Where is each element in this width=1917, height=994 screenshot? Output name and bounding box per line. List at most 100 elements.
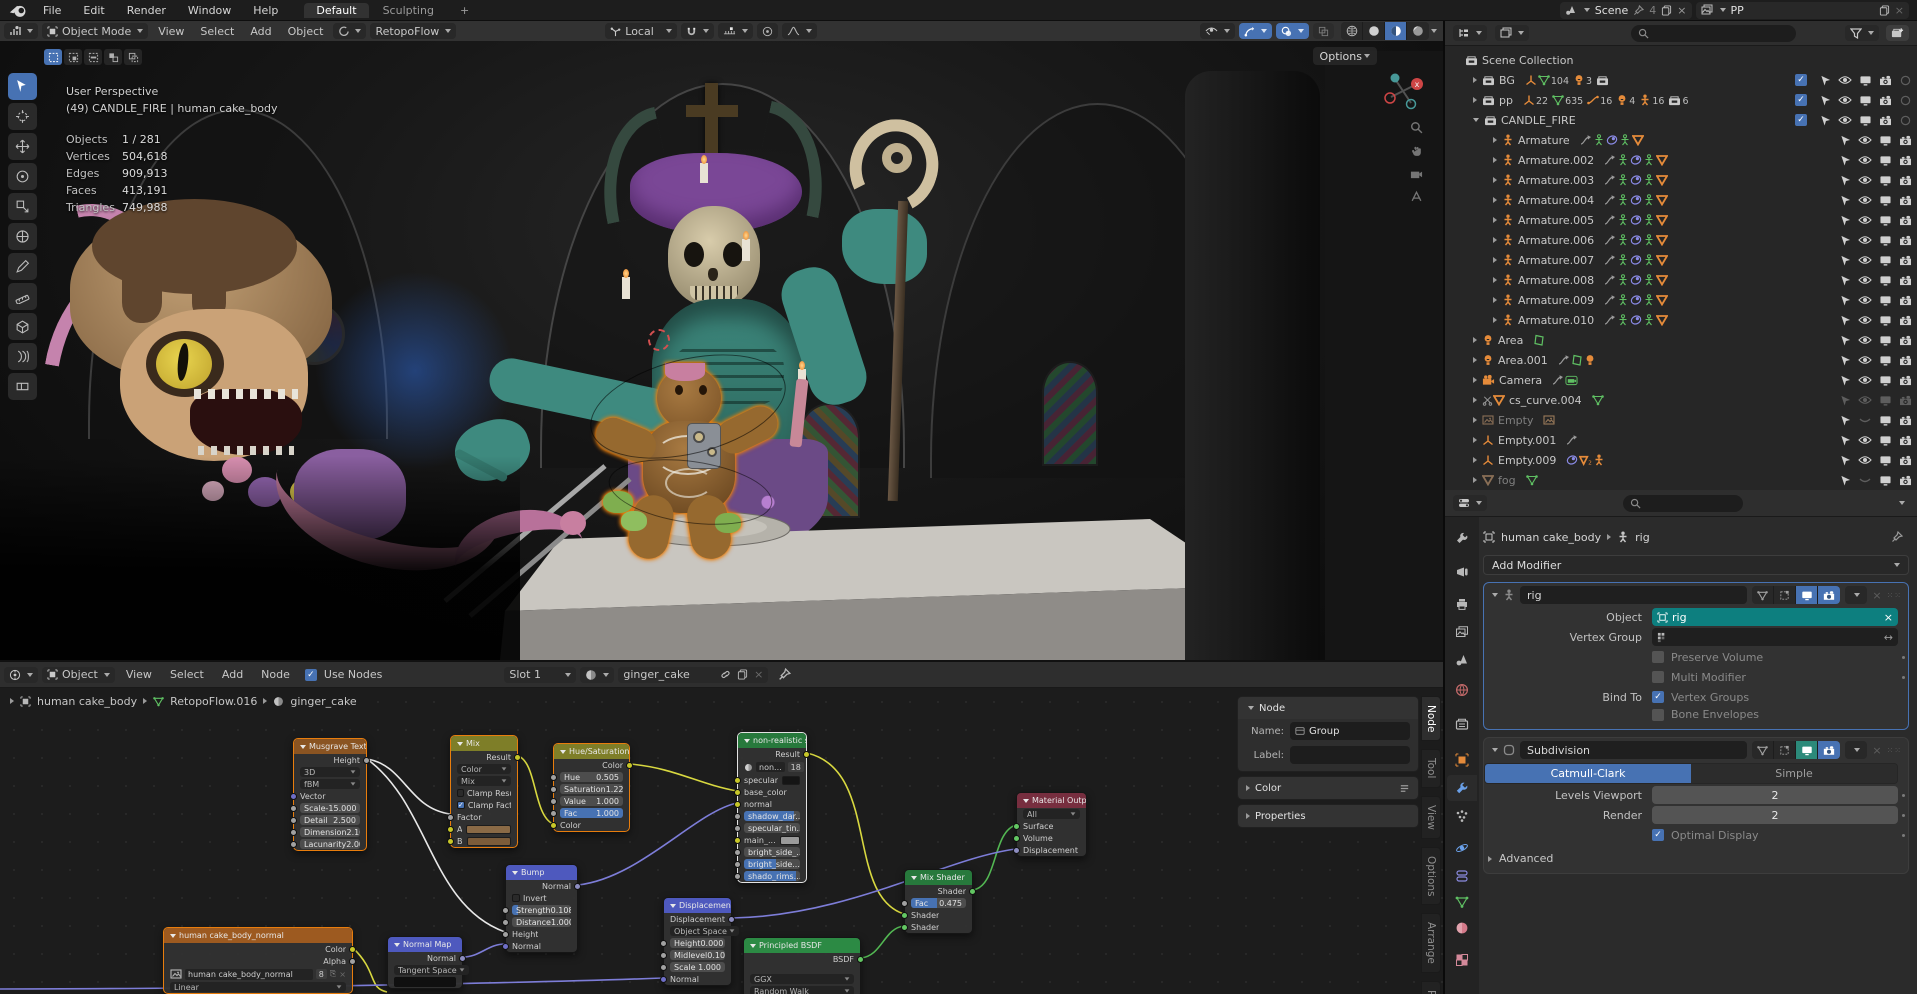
arm-icon[interactable] — [1502, 234, 1514, 246]
modifier-name-field[interactable]: Subdivision — [1520, 741, 1747, 759]
outliner-row[interactable]: Area — [1451, 330, 1915, 350]
node-panel-header[interactable]: Node — [1238, 697, 1418, 719]
node-row-tangent-space[interactable]: Tangent Space — [388, 964, 462, 976]
modifier-name-field[interactable]: rig — [1520, 586, 1747, 604]
outliner-item-label[interactable]: Scene Collection — [1482, 54, 1573, 67]
outliner[interactable]: Scene CollectionBG1043✓pp22635164166✓CAN… — [1445, 21, 1917, 490]
coll-icon[interactable] — [1596, 75, 1609, 86]
filter-dropdown[interactable] — [1845, 25, 1879, 41]
node-row-hue[interactable]: Hue0.505 — [554, 771, 629, 783]
disable-viewport-icon[interactable] — [1875, 135, 1895, 146]
vertex-groups-checkbox[interactable]: ✓Vertex Groups — [1652, 691, 1749, 704]
show-render-toggle[interactable] — [1818, 586, 1840, 604]
transform-orientation-dropdown[interactable]: Local — [605, 23, 677, 39]
menu-help[interactable]: Help — [242, 4, 289, 17]
proportional-editing-toggle[interactable] — [757, 23, 778, 39]
node-row-scale[interactable]: Scale1.000 — [664, 961, 731, 973]
blender-logo-icon[interactable] — [6, 2, 32, 18]
node-row-fac[interactable]: Fac0.475 — [905, 897, 972, 909]
properties-search-input[interactable] — [1623, 495, 1743, 512]
side-tab-node[interactable]: Node — [1421, 696, 1441, 741]
close-icon[interactable]: × — [754, 668, 763, 681]
hide-eye-icon[interactable] — [1855, 295, 1875, 305]
properties-tab-render[interactable] — [1447, 559, 1477, 585]
input-socket[interactable] — [734, 789, 741, 796]
expand-icon[interactable] — [1493, 137, 1497, 143]
breadcrumb-object[interactable]: human cake_body — [1501, 531, 1601, 544]
tri-icon[interactable] — [1482, 474, 1494, 486]
arm-icon[interactable] — [1502, 314, 1514, 326]
breadcrumb-material[interactable]: ginger_cake — [290, 695, 356, 708]
node-group[interactable]: non-realistic shad...Resultnon...18specu… — [737, 732, 807, 883]
node-row-linear[interactable]: Linear — [164, 981, 352, 993]
outliner-row[interactable]: Empty — [1451, 410, 1915, 430]
select-set-button[interactable] — [44, 49, 62, 65]
menu-file[interactable]: File — [32, 4, 72, 17]
select-arrow-icon[interactable] — [1835, 355, 1855, 366]
node-normalmap[interactable]: Normal MapNormalTangent Space — [387, 936, 463, 989]
anim-icon[interactable] — [1604, 174, 1616, 186]
properties-tab-material[interactable] — [1447, 915, 1477, 941]
properties-tab-constraints[interactable] — [1447, 863, 1477, 889]
side-tab-arrange[interactable]: Arrange — [1421, 913, 1441, 973]
node-row-height[interactable]: Height0.000 — [664, 937, 731, 949]
snap-settings-dropdown[interactable] — [718, 23, 753, 39]
outliner-row[interactable]: Armature.003 — [1451, 170, 1915, 190]
properties-tab-output[interactable] — [1447, 591, 1477, 617]
arm-icon[interactable] — [1502, 154, 1514, 166]
xray-toggle[interactable] — [1313, 23, 1334, 39]
properties-tab-collection[interactable] — [1447, 711, 1477, 737]
link-icon[interactable] — [720, 669, 731, 680]
expand-icon[interactable] — [1493, 297, 1497, 303]
node-row-main-[interactable]: main_... — [738, 834, 806, 846]
options-dropdown[interactable]: Options — [1313, 47, 1377, 65]
disable-render-icon[interactable] — [1895, 335, 1915, 346]
properties-tab-particles[interactable] — [1447, 803, 1477, 829]
viewport-menu-select[interactable]: Select — [192, 25, 242, 38]
node-row-lacunarity[interactable]: Lacunarity2.000 — [294, 838, 366, 850]
expand-icon[interactable] — [1493, 257, 1497, 263]
pose-icon[interactable] — [1617, 194, 1629, 206]
breadcrumb-mesh[interactable]: RetopoFlow.016 — [170, 695, 257, 708]
meshd-icon[interactable] — [1592, 394, 1604, 406]
properties-tab-view-layer[interactable] — [1447, 619, 1477, 645]
hide-eye-icon[interactable] — [1855, 435, 1875, 445]
output-socket[interactable] — [514, 754, 521, 761]
pose-icon[interactable] — [1643, 174, 1655, 186]
scis-icon[interactable] — [1482, 395, 1493, 406]
snap-toggle[interactable] — [681, 23, 714, 39]
use-nodes-toggle[interactable]: ✓ Use Nodes — [305, 668, 383, 681]
node-name-field[interactable]: Group — [1290, 722, 1410, 740]
disable-viewport-icon[interactable] — [1875, 295, 1895, 306]
areal-icon[interactable] — [1571, 354, 1583, 366]
disable-render-icon[interactable] — [1875, 95, 1895, 106]
arm-icon[interactable] — [1639, 94, 1651, 106]
disable-render-icon[interactable] — [1895, 215, 1915, 226]
anim-icon[interactable] — [1604, 254, 1616, 266]
arm-icon[interactable] — [1502, 174, 1514, 186]
disable-render-icon[interactable] — [1895, 275, 1915, 286]
disable-viewport-icon[interactable] — [1855, 95, 1875, 106]
disable-viewport-icon[interactable] — [1875, 395, 1895, 406]
hide-eye-icon[interactable] — [1835, 95, 1855, 105]
pose-icon[interactable] — [1617, 234, 1629, 246]
outliner-row[interactable]: Scene Collection — [1451, 50, 1915, 70]
properties-tab-object[interactable] — [1447, 747, 1477, 773]
tool-retopoflow-polystrips[interactable] — [8, 373, 37, 400]
pose-icon[interactable] — [1617, 174, 1629, 186]
tri-icon[interactable] — [1656, 174, 1668, 186]
cage-toggle[interactable] — [1774, 586, 1796, 604]
shading-solid-button[interactable] — [1363, 22, 1385, 40]
coll-icon[interactable] — [1484, 115, 1497, 126]
meshd-icon[interactable] — [1552, 94, 1564, 106]
select-arrow-icon[interactable] — [1835, 135, 1855, 146]
pose-icon[interactable] — [1643, 274, 1655, 286]
ball-icon[interactable] — [1566, 454, 1578, 466]
axes-icon[interactable] — [1523, 94, 1535, 106]
outliner-row[interactable]: pp22635164166✓ — [1451, 90, 1915, 110]
simple-button[interactable]: Simple — [1691, 764, 1897, 783]
hide-eye-icon[interactable] — [1855, 335, 1875, 345]
tool-scale[interactable] — [8, 193, 37, 220]
coll-icon[interactable] — [1465, 55, 1478, 66]
close-icon[interactable]: × — [1872, 744, 1881, 757]
